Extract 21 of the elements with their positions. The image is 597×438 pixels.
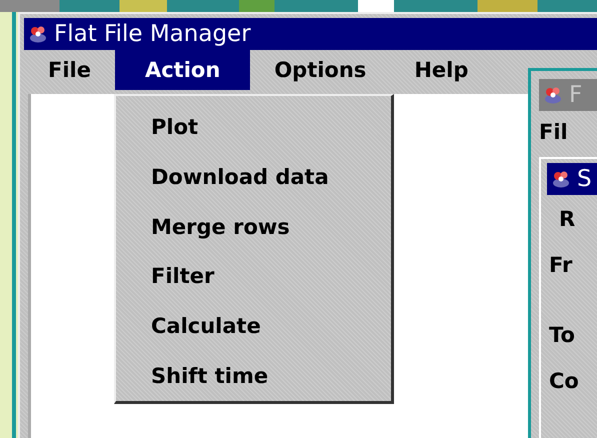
- field-label: R: [558, 207, 576, 231]
- menu-entry[interactable]: Shift time: [116, 351, 391, 401]
- menu-entry[interactable]: Calculate: [116, 301, 391, 352]
- app-icon: [28, 24, 48, 44]
- menu-item[interactable]: Action: [114, 50, 250, 90]
- app-icon: [551, 169, 571, 189]
- field-label: To: [549, 323, 576, 347]
- field-label: Fr: [549, 253, 574, 277]
- app-icon: [543, 85, 563, 105]
- menu-entry[interactable]: Download data: [116, 152, 391, 202]
- window-title: Flat File Manager: [54, 21, 251, 47]
- menu-item[interactable]: Fil: [539, 120, 568, 144]
- window-title: S: [577, 166, 592, 192]
- menu-entry[interactable]: Merge rows: [116, 202, 391, 252]
- menu-entry[interactable]: Filter: [116, 251, 391, 302]
- menu-item[interactable]: Options: [250, 50, 390, 90]
- window-title: F: [569, 82, 582, 108]
- menu-entry[interactable]: Plot: [116, 102, 391, 152]
- menu-item[interactable]: Help: [390, 50, 492, 90]
- menu-item[interactable]: File: [24, 50, 115, 90]
- field-label: Co: [549, 369, 580, 393]
